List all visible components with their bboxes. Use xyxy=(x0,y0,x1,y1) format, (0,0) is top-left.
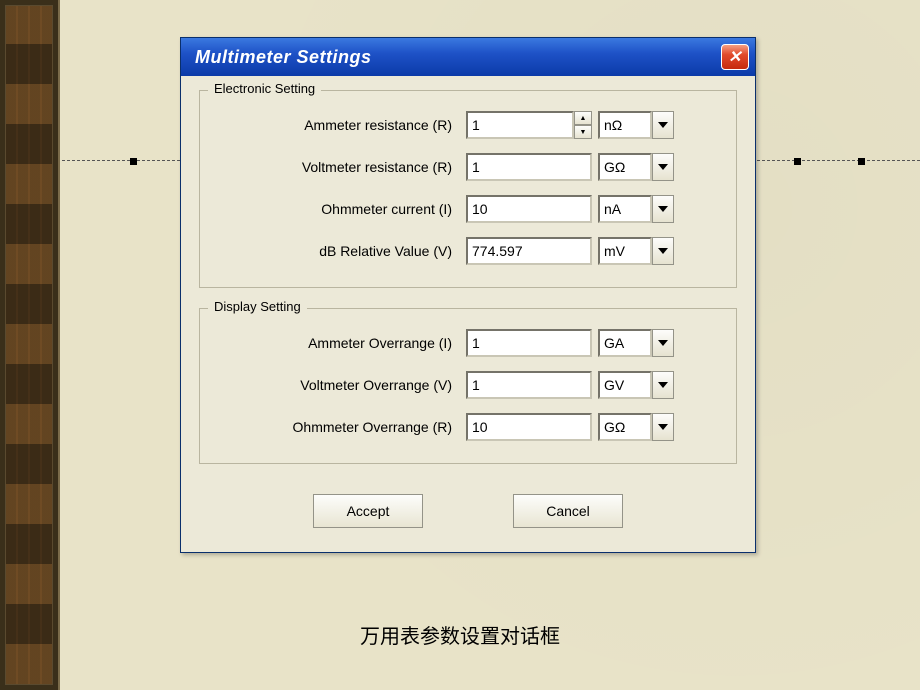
input-voltmeter-resistance[interactable] xyxy=(466,153,592,181)
unit-dropdown-button[interactable] xyxy=(652,195,674,223)
spinner-down-button[interactable]: ▼ xyxy=(574,125,592,139)
spinner-up-button[interactable]: ▲ xyxy=(574,111,592,125)
input-voltmeter-overrange[interactable] xyxy=(466,371,592,399)
group-title-electronic: Electronic Setting xyxy=(208,81,321,96)
chevron-down-icon xyxy=(658,382,668,388)
multimeter-settings-dialog: Multimeter Settings ✕ Electronic Setting… xyxy=(180,37,756,553)
group-display-setting: Display Setting Ammeter Overrange (I) Vo… xyxy=(199,308,737,464)
unit-voltmeter-resistance[interactable] xyxy=(598,153,652,181)
guide-dot xyxy=(858,158,865,165)
unit-ohmmeter-current[interactable] xyxy=(598,195,652,223)
close-button[interactable]: ✕ xyxy=(721,44,749,70)
unit-db-relative-value[interactable] xyxy=(598,237,652,265)
chevron-down-icon xyxy=(658,340,668,346)
label-ammeter-resistance: Ammeter resistance (R) xyxy=(216,117,466,133)
chevron-down-icon xyxy=(658,122,668,128)
input-ohmmeter-current[interactable] xyxy=(466,195,592,223)
chevron-down-icon xyxy=(658,206,668,212)
unit-ammeter-resistance[interactable] xyxy=(598,111,652,139)
dialog-titlebar[interactable]: Multimeter Settings ✕ xyxy=(181,38,755,76)
row-db-relative-value: dB Relative Value (V) xyxy=(216,237,720,265)
input-db-relative-value[interactable] xyxy=(466,237,592,265)
cancel-button[interactable]: Cancel xyxy=(513,494,623,528)
chevron-down-icon xyxy=(658,164,668,170)
row-ohmmeter-current: Ohmmeter current (I) xyxy=(216,195,720,223)
row-ohmmeter-overrange: Ohmmeter Overrange (R) xyxy=(216,413,720,441)
unit-ohmmeter-overrange[interactable] xyxy=(598,413,652,441)
unit-dropdown-button[interactable] xyxy=(652,111,674,139)
unit-voltmeter-overrange[interactable] xyxy=(598,371,652,399)
dialog-body: Electronic Setting Ammeter resistance (R… xyxy=(181,76,755,552)
input-ohmmeter-overrange[interactable] xyxy=(466,413,592,441)
row-voltmeter-overrange: Voltmeter Overrange (V) xyxy=(216,371,720,399)
unit-dropdown-button[interactable] xyxy=(652,329,674,357)
label-ohmmeter-overrange: Ohmmeter Overrange (R) xyxy=(216,419,466,435)
label-ohmmeter-current: Ohmmeter current (I) xyxy=(216,201,466,217)
label-voltmeter-overrange: Voltmeter Overrange (V) xyxy=(216,377,466,393)
guide-dot xyxy=(794,158,801,165)
decorative-left-strip xyxy=(0,0,60,690)
input-ammeter-resistance[interactable] xyxy=(466,111,574,139)
label-db-relative-value: dB Relative Value (V) xyxy=(216,243,466,259)
spinner-ammeter-resistance: ▲ ▼ xyxy=(574,111,592,139)
label-ammeter-overrange: Ammeter Overrange (I) xyxy=(216,335,466,351)
dialog-title: Multimeter Settings xyxy=(195,47,372,68)
close-icon: ✕ xyxy=(728,47,742,67)
guide-dot xyxy=(130,158,137,165)
unit-dropdown-button[interactable] xyxy=(652,153,674,181)
chevron-down-icon xyxy=(658,248,668,254)
strip-pattern xyxy=(5,5,53,685)
accept-button[interactable]: Accept xyxy=(313,494,423,528)
row-ammeter-overrange: Ammeter Overrange (I) xyxy=(216,329,720,357)
unit-dropdown-button[interactable] xyxy=(652,413,674,441)
input-ammeter-overrange[interactable] xyxy=(466,329,592,357)
row-ammeter-resistance: Ammeter resistance (R) ▲ ▼ xyxy=(216,111,720,139)
dialog-buttons: Accept Cancel xyxy=(199,494,737,528)
slide-caption: 万用表参数设置对话框 xyxy=(0,620,920,649)
unit-dropdown-button[interactable] xyxy=(652,237,674,265)
unit-ammeter-overrange[interactable] xyxy=(598,329,652,357)
row-voltmeter-resistance: Voltmeter resistance (R) xyxy=(216,153,720,181)
group-electronic-setting: Electronic Setting Ammeter resistance (R… xyxy=(199,90,737,288)
group-title-display: Display Setting xyxy=(208,299,307,314)
chevron-down-icon xyxy=(658,424,668,430)
label-voltmeter-resistance: Voltmeter resistance (R) xyxy=(216,159,466,175)
unit-dropdown-button[interactable] xyxy=(652,371,674,399)
